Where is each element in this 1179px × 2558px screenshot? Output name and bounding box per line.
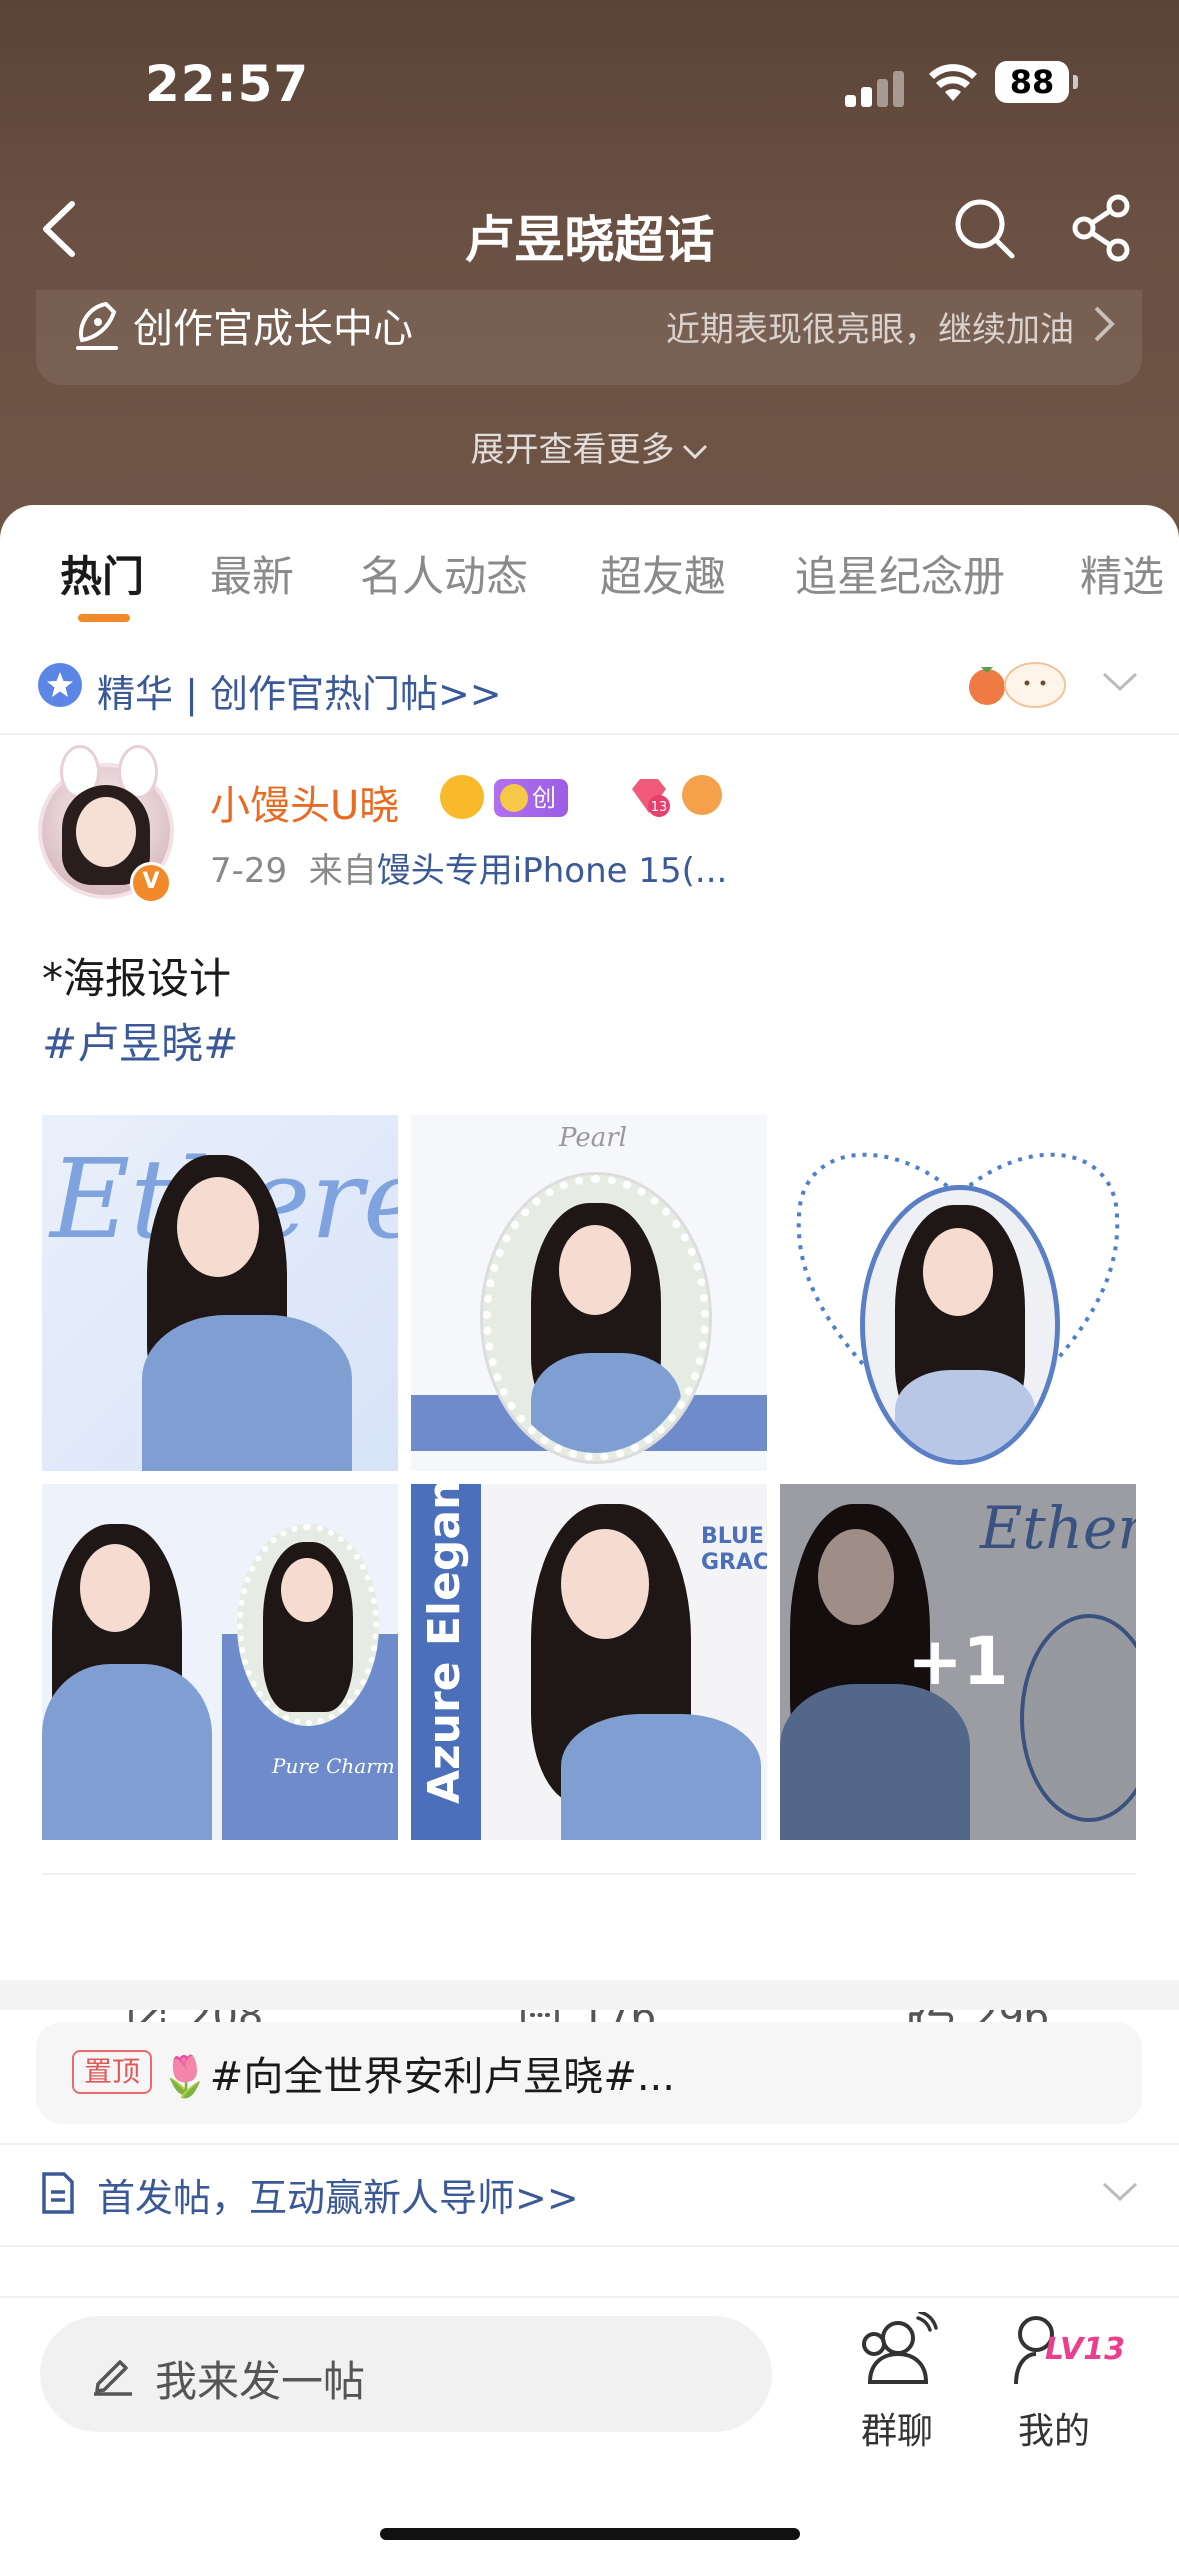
image-text-blue-grace: BLUE GRACE	[701, 1524, 767, 1575]
pearl-frame	[237, 1524, 379, 1726]
share-icon[interactable]	[1068, 192, 1138, 264]
divider	[0, 733, 1179, 735]
post-image-3[interactable]	[780, 1115, 1136, 1471]
top-nav: 卢昱晓超话	[0, 180, 1179, 280]
tab-memorial[interactable]: 追星纪念册	[795, 543, 1005, 604]
gem-level-text: 13	[651, 800, 668, 815]
figure-dress	[142, 1315, 352, 1471]
post-from-label: 来自	[308, 851, 377, 891]
pencil-icon	[94, 2360, 132, 2396]
creator-badge[interactable]: 创作官	[494, 779, 568, 888]
tiger-icon	[682, 775, 722, 815]
first-post-label: 首发帖，互动赢新人导师>>	[97, 2176, 579, 2220]
chevron-right-icon	[1094, 306, 1115, 342]
post-image-2[interactable]: Pearl	[411, 1115, 767, 1471]
bottom-bar: 我来发一帖 群聊 LV13 我的	[0, 2296, 1179, 2558]
tab-hot[interactable]: 热门	[60, 543, 144, 604]
chevron-down-icon[interactable]	[1100, 2179, 1140, 2205]
pinned-badge: 置顶	[72, 2050, 153, 2094]
figure-dress	[895, 1370, 1035, 1460]
tab-featured[interactable]: 精选	[1080, 543, 1164, 604]
compose-post-input[interactable]: 我来发一帖	[40, 2316, 772, 2432]
oval-frame	[860, 1185, 1060, 1465]
crown-icon	[440, 775, 484, 819]
post-image-6[interactable]: Ethere +1	[780, 1484, 1136, 1840]
figure-face	[561, 1529, 649, 1639]
gem-level-icon: 13	[632, 779, 670, 817]
growth-center-title: 创作官成长中心	[133, 306, 413, 352]
image-text-azure: Azure Elegance	[419, 1484, 470, 1804]
search-icon[interactable]	[950, 192, 1020, 264]
pearl-frame	[483, 1175, 709, 1461]
fruit-mascot-icon	[969, 662, 1066, 708]
content-sheet: 热门 最新 名人动态 超友趣 追星纪念册 精选 精华 | 创作官热门帖>> V …	[0, 505, 1179, 2556]
first-post-row[interactable]: 首发帖，互动赢新人导师>>	[0, 2145, 1179, 2245]
image-text-pure-charm: Pure Charm	[272, 1754, 395, 1778]
avatar-face	[76, 797, 136, 867]
post-hashtag[interactable]: #卢昱晓#	[42, 1010, 238, 1071]
group-chat-label[interactable]: 群聊	[854, 2402, 940, 2454]
featured-posts-row[interactable]: 精华 | 创作官热门帖>>	[0, 633, 1179, 733]
post-meta: 7-29 来自馒头专用iPhone 15(...	[210, 843, 727, 892]
figure-dress	[531, 1353, 681, 1453]
featured-posts-label: 精华 | 创作官热门帖>>	[97, 672, 502, 716]
chevron-down-icon	[682, 444, 707, 459]
figure-dress	[561, 1714, 761, 1840]
figure-face	[281, 1558, 333, 1622]
featured-star-icon	[38, 663, 82, 707]
image-text-pearl: Pearl	[559, 1123, 627, 1153]
post-image-1[interactable]: Ethereal	[42, 1115, 398, 1471]
post-text: *海报设计	[42, 954, 232, 1003]
tab-latest[interactable]: 最新	[210, 543, 294, 604]
tab-fun[interactable]: 超友趣	[600, 543, 726, 604]
figure-dress	[42, 1664, 212, 1840]
more-images-overlay[interactable]: +1	[780, 1484, 1136, 1840]
divider	[42, 1873, 1136, 1875]
post-image-5[interactable]: Azure Elegance BLUE GRACE	[411, 1484, 767, 1840]
growth-center-hint: 近期表现很亮眼，继续加油	[666, 310, 1074, 350]
creator-pen-icon	[76, 301, 118, 350]
battery-indicator: 88	[995, 61, 1078, 103]
pinned-post[interactable]: 置顶 🌷#向全世界安利卢昱晓#...	[36, 2022, 1142, 2124]
figure-face	[177, 1177, 259, 1277]
mine-label[interactable]: 我的	[1018, 2402, 1090, 2454]
wifi-icon	[929, 64, 977, 101]
verified-badge-icon: V	[130, 862, 172, 904]
document-icon	[42, 2172, 74, 2214]
post-date: 7-29	[210, 851, 288, 891]
expand-more-button[interactable]: 展开查看更多	[0, 422, 1179, 471]
expand-more-label: 展开查看更多	[470, 430, 675, 470]
chevron-down-icon[interactable]	[1100, 669, 1140, 695]
compose-placeholder: 我来发一帖	[155, 2357, 366, 2406]
tab-bar: 热门 最新 名人动态 超友趣 追星纪念册 精选	[0, 543, 1179, 633]
growth-center-card[interactable]: 创作官成长中心 近期表现很亮眼，继续加油	[36, 290, 1142, 385]
pinned-post-text: 🌷#向全世界安利卢昱晓#...	[160, 2054, 675, 2100]
tab-active-indicator	[78, 614, 130, 622]
status-time: 22:57	[145, 55, 310, 113]
divider	[0, 2245, 1179, 2247]
post-image-4[interactable]: Pure Charm	[42, 1484, 398, 1840]
section-separator	[0, 1980, 1179, 2010]
status-bar: 22:57 88	[0, 55, 1179, 115]
tab-celebrity[interactable]: 名人动态	[360, 543, 528, 604]
level-badge: LV13	[1045, 2332, 1125, 2367]
figure-face	[80, 1544, 150, 1632]
figure-face	[923, 1228, 993, 1316]
figure-face	[559, 1225, 631, 1315]
group-chat-icon[interactable]	[854, 2312, 940, 2392]
signal-icon	[845, 67, 905, 107]
post-source[interactable]: 馒头专用iPhone 15(...	[377, 851, 728, 891]
post-username[interactable]: 小馒头U晓	[210, 773, 399, 831]
home-indicator	[380, 2528, 800, 2540]
